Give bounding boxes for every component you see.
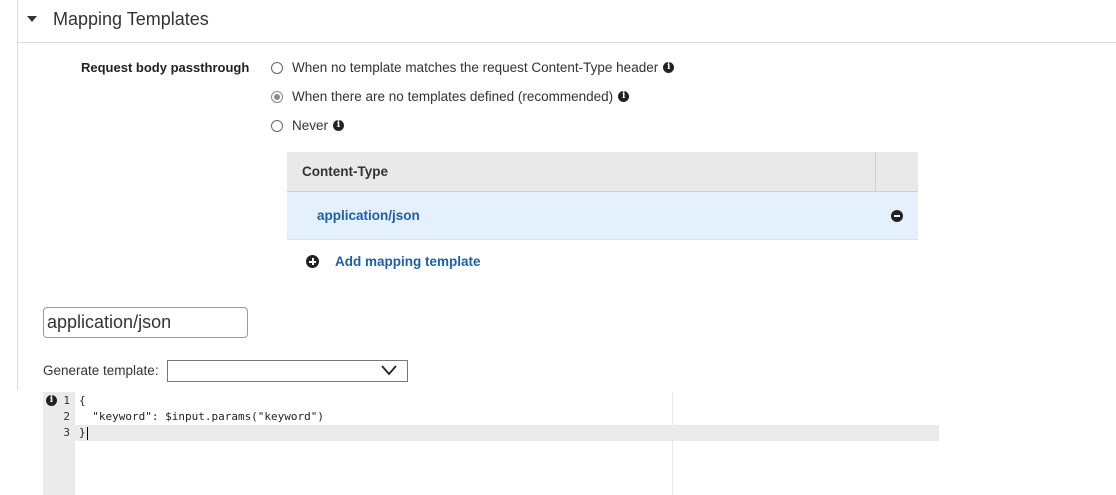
- code-line-active[interactable]: 3 }: [43, 425, 939, 441]
- generate-template-label: Generate template:: [43, 363, 159, 378]
- radio-button[interactable]: [271, 61, 283, 74]
- table-row[interactable]: application/json: [287, 192, 918, 240]
- info-icon[interactable]: i: [618, 91, 630, 102]
- code-text[interactable]: }: [79, 425, 88, 441]
- radio-button[interactable]: [271, 119, 283, 132]
- radio-label: Never: [292, 118, 329, 133]
- content-type-column-header: Content-Type: [287, 152, 876, 191]
- radio-button-selected[interactable]: [271, 90, 283, 103]
- code-text-value: }: [79, 426, 86, 439]
- add-circle-icon[interactable]: [306, 255, 319, 268]
- content-type-table: Content-Type application/json: [287, 152, 918, 240]
- line-number: 3: [63, 426, 70, 439]
- code-line[interactable]: 2 "keyword": $input.params("keyword"): [43, 409, 939, 425]
- info-icon[interactable]: i: [663, 62, 675, 73]
- mapping-templates-toggle[interactable]: Mapping Templates: [27, 8, 209, 30]
- generate-template-select[interactable]: [167, 360, 408, 382]
- code-text[interactable]: {: [79, 393, 86, 409]
- template-code-editor[interactable]: i 1 { 2 "keyword": $input.params("keywor…: [43, 392, 939, 495]
- remove-circle-icon[interactable]: [891, 209, 903, 222]
- content-type-link[interactable]: application/json: [287, 208, 891, 223]
- text-cursor: [86, 426, 88, 440]
- radio-label: When there are no templates defined (rec…: [292, 89, 614, 104]
- add-mapping-template-label[interactable]: Add mapping template: [335, 254, 481, 269]
- radio-when-no-match[interactable]: When no template matches the request Con…: [271, 60, 675, 75]
- actions-column-header: [876, 152, 918, 191]
- radio-never[interactable]: Never i: [271, 118, 345, 133]
- radio-no-templates[interactable]: When there are no templates defined (rec…: [271, 89, 630, 104]
- info-icon[interactable]: i: [333, 120, 345, 131]
- passthrough-label: Request body passthrough: [81, 60, 250, 75]
- left-border: [17, 0, 18, 390]
- chevron-down-icon: [381, 365, 397, 376]
- code-line[interactable]: i 1 {: [43, 393, 939, 409]
- code-text[interactable]: "keyword": $input.params("keyword"): [79, 409, 324, 425]
- caret-down-icon: [27, 16, 37, 22]
- line-number: 1: [63, 394, 70, 407]
- add-mapping-template-button[interactable]: Add mapping template: [306, 254, 481, 269]
- table-header: Content-Type: [287, 152, 918, 192]
- content-type-input[interactable]: [43, 307, 248, 338]
- line-number: 2: [63, 410, 70, 423]
- section-divider: [17, 42, 1116, 43]
- section-title: Mapping Templates: [53, 8, 209, 29]
- radio-label: When no template matches the request Con…: [292, 60, 659, 75]
